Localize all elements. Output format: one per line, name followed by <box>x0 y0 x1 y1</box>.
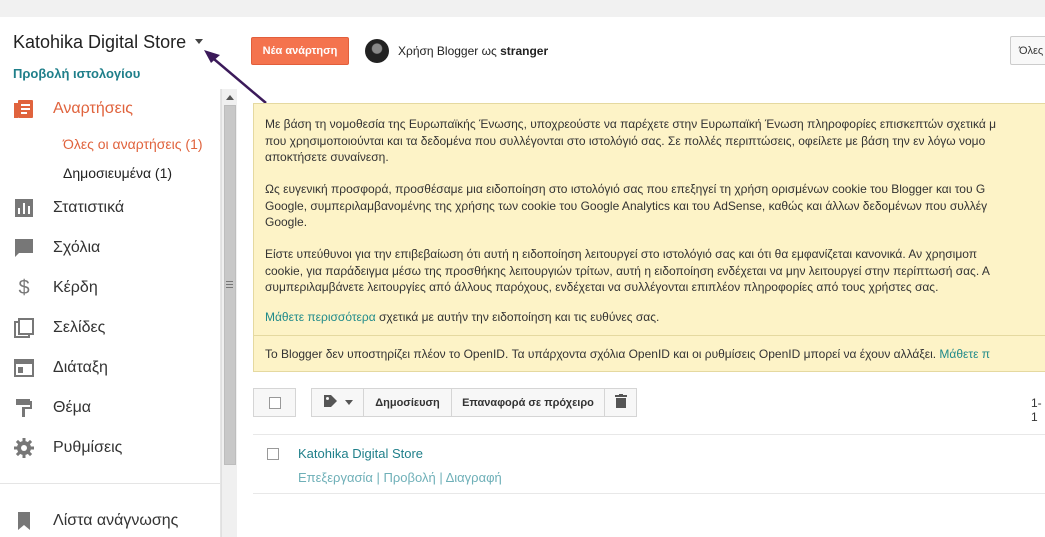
sidebar-item-comments[interactable]: Σχόλια <box>13 237 100 259</box>
sidebar-item-label: Αναρτήσεις <box>53 100 133 117</box>
sidebar: Αναρτήσεις Όλες οι αναρτήσεις (1) Δημοσι… <box>0 89 221 537</box>
post-delete-link[interactable]: Διαγραφή <box>446 470 502 485</box>
chevron-down-icon <box>344 400 353 405</box>
pages-icon <box>13 317 35 339</box>
post-edit-link[interactable]: Επεξεργασία <box>298 470 373 485</box>
sidebar-divider <box>0 483 221 484</box>
trash-icon <box>614 394 627 411</box>
delete-button[interactable] <box>604 388 637 417</box>
post-view-link[interactable]: Προβολή <box>384 470 436 485</box>
sidebar-item-reading-list[interactable]: Λίστα ανάγνωσης <box>13 510 178 532</box>
notice-text: σχετικά με αυτήν την ειδοποίηση και τις … <box>375 310 660 324</box>
notice-text: που χρησιμοποιούνται και τα δεδομένα που… <box>265 133 986 148</box>
sidebar-sub-published[interactable]: Δημοσιευμένα (1) <box>63 165 172 181</box>
sidebar-item-earnings[interactable]: $ Κέρδη <box>13 276 98 299</box>
notice-text: cookie, για παράδειγμα μέσω της προσθήκη… <box>265 263 990 278</box>
user-prefix: Χρήση Blogger ως <box>398 44 501 58</box>
eu-cookie-notice: Με βάση τη νομοθεσία της Ευρωπαϊκής Ένωσ… <box>253 103 1045 372</box>
sidebar-item-label: Σχόλια <box>53 239 101 256</box>
bookmark-icon <box>13 510 35 532</box>
learn-more-link[interactable]: Μάθετε περισσότερα <box>265 310 376 324</box>
sidebar-item-label: Στατιστικά <box>53 199 125 216</box>
openid-learn-more-link[interactable]: Μάθετε π <box>939 347 990 361</box>
posts-icon <box>13 98 35 120</box>
notice-text: Με βάση τη νομοθεσία της Ευρωπαϊκής Ένωσ… <box>265 117 997 131</box>
settings-icon <box>13 437 35 459</box>
notice-text: Το Blogger δεν υποστηρίζει πλέον το Open… <box>265 347 940 361</box>
sidebar-item-label: Κέρδη <box>53 279 98 296</box>
top-strip <box>0 0 1045 17</box>
sidebar-item-posts[interactable]: Αναρτήσεις <box>13 98 133 120</box>
sidebar-item-pages[interactable]: Σελίδες <box>13 317 105 339</box>
view-blog-link[interactable]: Προβολή ιστολογίου <box>13 66 140 81</box>
notice-divider <box>254 335 1045 336</box>
scroll-up-arrow-icon[interactable] <box>226 95 234 100</box>
avatar[interactable] <box>365 39 389 63</box>
user-line: Χρήση Blogger ως stranger <box>398 44 548 58</box>
notice-text: αποκτήσετε συναίνεση. <box>265 150 389 164</box>
publish-button[interactable]: Δημοσίευση <box>363 388 452 417</box>
sidebar-scrollbar[interactable] <box>221 89 237 537</box>
revert-to-draft-button[interactable]: Επαναφορά σε πρόχειρο <box>451 388 605 417</box>
username: stranger <box>500 44 549 58</box>
notice-text: Google. <box>265 215 308 229</box>
notice-text: Ως ευγενική προσφορά, προσθέσαμε μια ειδ… <box>265 182 986 196</box>
notice-learn-more-line: Μάθετε περισσότερα σχετικά με αυτήν την … <box>265 309 1045 326</box>
stats-icon <box>13 197 35 219</box>
post-checkbox[interactable] <box>267 448 279 460</box>
theme-icon <box>13 397 35 419</box>
sidebar-item-stats[interactable]: Στατιστικά <box>13 197 124 219</box>
select-all-checkbox[interactable] <box>253 388 296 417</box>
openid-notice: Το Blogger δεν υποστηρίζει πλέον το Open… <box>265 346 1045 363</box>
layout-icon <box>13 357 35 379</box>
separator: | <box>435 470 446 485</box>
comments-icon <box>13 237 35 259</box>
label-dropdown-button[interactable] <box>311 388 364 417</box>
notice-text: Είστε υπεύθυνοι για την επιβεβαίωση ότι … <box>265 247 978 261</box>
sidebar-item-label: Θέμα <box>53 399 92 416</box>
scrollbar-grip-icon <box>226 281 233 288</box>
post-actions: Επεξεργασία | Προβολή | Διαγραφή <box>298 470 502 485</box>
chevron-down-icon[interactable] <box>195 39 203 44</box>
new-post-button[interactable]: Νέα ανάρτηση <box>251 37 349 65</box>
sidebar-item-label: Ρυθμίσεις <box>53 439 123 456</box>
tag-icon <box>323 394 339 411</box>
dollar-icon: $ <box>18 276 30 299</box>
list-divider <box>253 434 1045 435</box>
sidebar-item-settings[interactable]: Ρυθμίσεις <box>13 437 122 459</box>
sidebar-item-label: Σελίδες <box>53 319 106 336</box>
list-divider <box>253 493 1045 494</box>
sidebar-sub-all-posts[interactable]: Όλες οι αναρτήσεις (1) <box>63 136 203 152</box>
pagination-range: 1-1 <box>1031 396 1042 424</box>
blog-title[interactable]: Katohika Digital Store <box>13 32 186 53</box>
sidebar-item-label: Διάταξη <box>53 359 108 376</box>
checkbox-icon <box>268 396 281 409</box>
sidebar-item-theme[interactable]: Θέμα <box>13 397 91 419</box>
notice-text: συμπεριλαμβάνετε λειτουργίες από άλλους … <box>265 280 939 294</box>
post-title-link[interactable]: Katohika Digital Store <box>298 446 423 461</box>
notice-text: Google, συμπεριλαμβανομένης της χρήσης τ… <box>265 198 988 213</box>
sidebar-item-label: Λίστα ανάγνωσης <box>53 512 179 529</box>
sidebar-item-layout[interactable]: Διάταξη <box>13 357 108 379</box>
all-blogs-button[interactable]: Όλες <box>1010 36 1045 65</box>
separator: | <box>372 470 384 485</box>
